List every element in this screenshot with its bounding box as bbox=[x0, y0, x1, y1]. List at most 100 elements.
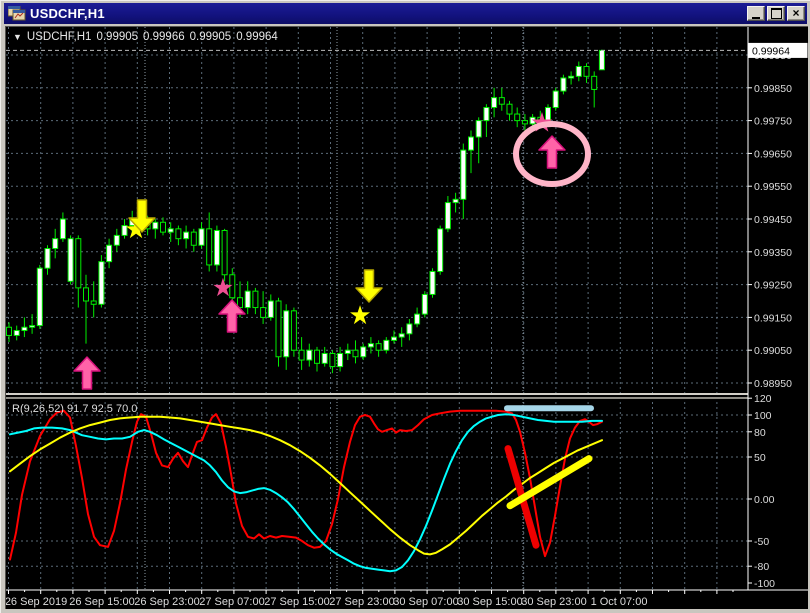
osc-tick-label: 100 bbox=[754, 410, 772, 422]
maximize-icon bbox=[770, 8, 782, 19]
minimize-icon bbox=[752, 16, 760, 19]
osc-tick-label: 50 bbox=[754, 452, 766, 464]
candle bbox=[583, 65, 590, 77]
candles-layer bbox=[6, 49, 748, 374]
ohlc-low: 0.99905 bbox=[189, 31, 232, 43]
candle bbox=[460, 149, 467, 200]
candle bbox=[444, 202, 451, 230]
price-tick-label: 0.98950 bbox=[754, 378, 792, 390]
candle bbox=[414, 313, 421, 325]
chart-window-icon bbox=[7, 5, 26, 21]
close-button[interactable]: × bbox=[787, 6, 805, 21]
sell-arrow-2 bbox=[355, 269, 383, 303]
star-pink-1: ★ bbox=[212, 274, 234, 302]
candle bbox=[375, 343, 382, 351]
maximize-button[interactable] bbox=[767, 6, 785, 21]
window-title: USDCHF,H1 bbox=[30, 6, 105, 21]
price-tick-label: 0.99250 bbox=[754, 280, 792, 292]
candle bbox=[498, 97, 505, 105]
candle bbox=[221, 229, 228, 276]
candle bbox=[267, 300, 274, 318]
candle bbox=[437, 228, 444, 272]
candle bbox=[190, 231, 197, 246]
osc-tick-label: -50 bbox=[754, 536, 769, 548]
candle bbox=[560, 77, 567, 92]
time-tick-label: 26 Sep 15:00 bbox=[69, 596, 134, 608]
candle bbox=[175, 228, 182, 240]
indicator-label: R(9,26,52) 91.7 92.5 70.0 bbox=[12, 403, 137, 415]
candle bbox=[591, 75, 598, 90]
mt4-chart-window: USDCHF,H1 × ★ ★ ★ ★ R(9,26,52) 91.7 92.5 70.… bbox=[0, 0, 810, 613]
candle bbox=[468, 136, 474, 151]
time-tick-label: 26 Sep 23:00 bbox=[134, 596, 199, 608]
ohlc-symbol: USDCHF,H1 bbox=[26, 31, 92, 43]
time-tick-label: 27 Sep 23:00 bbox=[329, 596, 394, 608]
candle bbox=[113, 234, 120, 246]
current-price-value: 0.99964 bbox=[752, 45, 790, 57]
candle bbox=[283, 310, 290, 358]
indicator-layer: R(9,26,52) 91.7 92.5 70.0 bbox=[9, 403, 603, 573]
candle bbox=[360, 346, 367, 358]
candle bbox=[483, 106, 490, 122]
candle bbox=[252, 290, 259, 309]
price-tick-label: 0.99350 bbox=[754, 247, 792, 259]
candle bbox=[391, 336, 397, 341]
candle bbox=[421, 293, 428, 315]
candle bbox=[75, 238, 82, 289]
price-tick-label: 0.99550 bbox=[754, 181, 792, 193]
time-tick-label: 26 Sep 2019 bbox=[6, 596, 67, 608]
candle bbox=[198, 228, 205, 246]
time-tick-label: 30 Sep 15:00 bbox=[457, 596, 522, 608]
candle bbox=[13, 330, 20, 336]
candle bbox=[83, 287, 89, 302]
candle bbox=[491, 97, 498, 108]
chart-canvas[interactable]: ★★★★R(9,26,52) 91.7 92.5 70.00.989500.99… bbox=[5, 27, 808, 609]
candle bbox=[21, 326, 28, 332]
candle bbox=[514, 113, 521, 122]
time-tick-label: 30 Sep 07:00 bbox=[393, 596, 458, 608]
symbol-dropdown-icon[interactable]: ▼ bbox=[13, 32, 22, 42]
ohlc-high: 0.99966 bbox=[143, 31, 185, 43]
candle bbox=[160, 221, 166, 233]
candle bbox=[429, 270, 436, 295]
grid-layer bbox=[6, 27, 748, 590]
candle bbox=[552, 90, 559, 108]
candle bbox=[59, 218, 66, 240]
title-bar[interactable]: USDCHF,H1 × bbox=[4, 3, 807, 24]
osc-tick-label: -80 bbox=[754, 561, 769, 573]
minimize-button[interactable] bbox=[747, 6, 765, 21]
osc-tick-label: 0.00 bbox=[754, 494, 775, 506]
close-icon: × bbox=[792, 6, 800, 20]
candle bbox=[575, 65, 582, 77]
candle bbox=[183, 231, 190, 240]
candle bbox=[344, 349, 351, 354]
price-tick-label: 0.99150 bbox=[754, 312, 792, 324]
yellow-line bbox=[9, 415, 603, 556]
time-tick-label: 27 Sep 15:00 bbox=[264, 596, 329, 608]
candle bbox=[29, 325, 36, 328]
candle bbox=[452, 198, 459, 204]
price-tick-label: 0.99650 bbox=[754, 148, 792, 160]
candle bbox=[275, 300, 282, 358]
candle bbox=[244, 290, 251, 309]
price-tick-label: 0.99050 bbox=[754, 345, 792, 357]
candle bbox=[213, 229, 220, 266]
candle bbox=[67, 238, 74, 282]
osc-tick-label: 80 bbox=[754, 427, 766, 439]
candle bbox=[152, 221, 159, 230]
candle bbox=[90, 300, 97, 305]
candle bbox=[406, 323, 413, 335]
candle bbox=[598, 49, 605, 71]
osc-tick-label: -100 bbox=[754, 578, 775, 590]
candle bbox=[106, 244, 113, 263]
time-tick-label: 27 Sep 07:00 bbox=[199, 596, 264, 608]
ohlc-close: 0.99964 bbox=[236, 31, 278, 43]
candle bbox=[206, 228, 213, 266]
candle bbox=[398, 333, 405, 338]
candle bbox=[337, 352, 344, 368]
chart-client-area[interactable]: ★ ★ ★ ★ R(9,26,52) 91.7 92.5 70.0 0.98950 0.99… bbox=[5, 26, 808, 609]
buy-arrow-1 bbox=[73, 356, 101, 390]
time-tick-label: 30 Sep 23:00 bbox=[521, 596, 586, 608]
candle bbox=[52, 238, 59, 250]
cyan-line bbox=[9, 413, 603, 573]
